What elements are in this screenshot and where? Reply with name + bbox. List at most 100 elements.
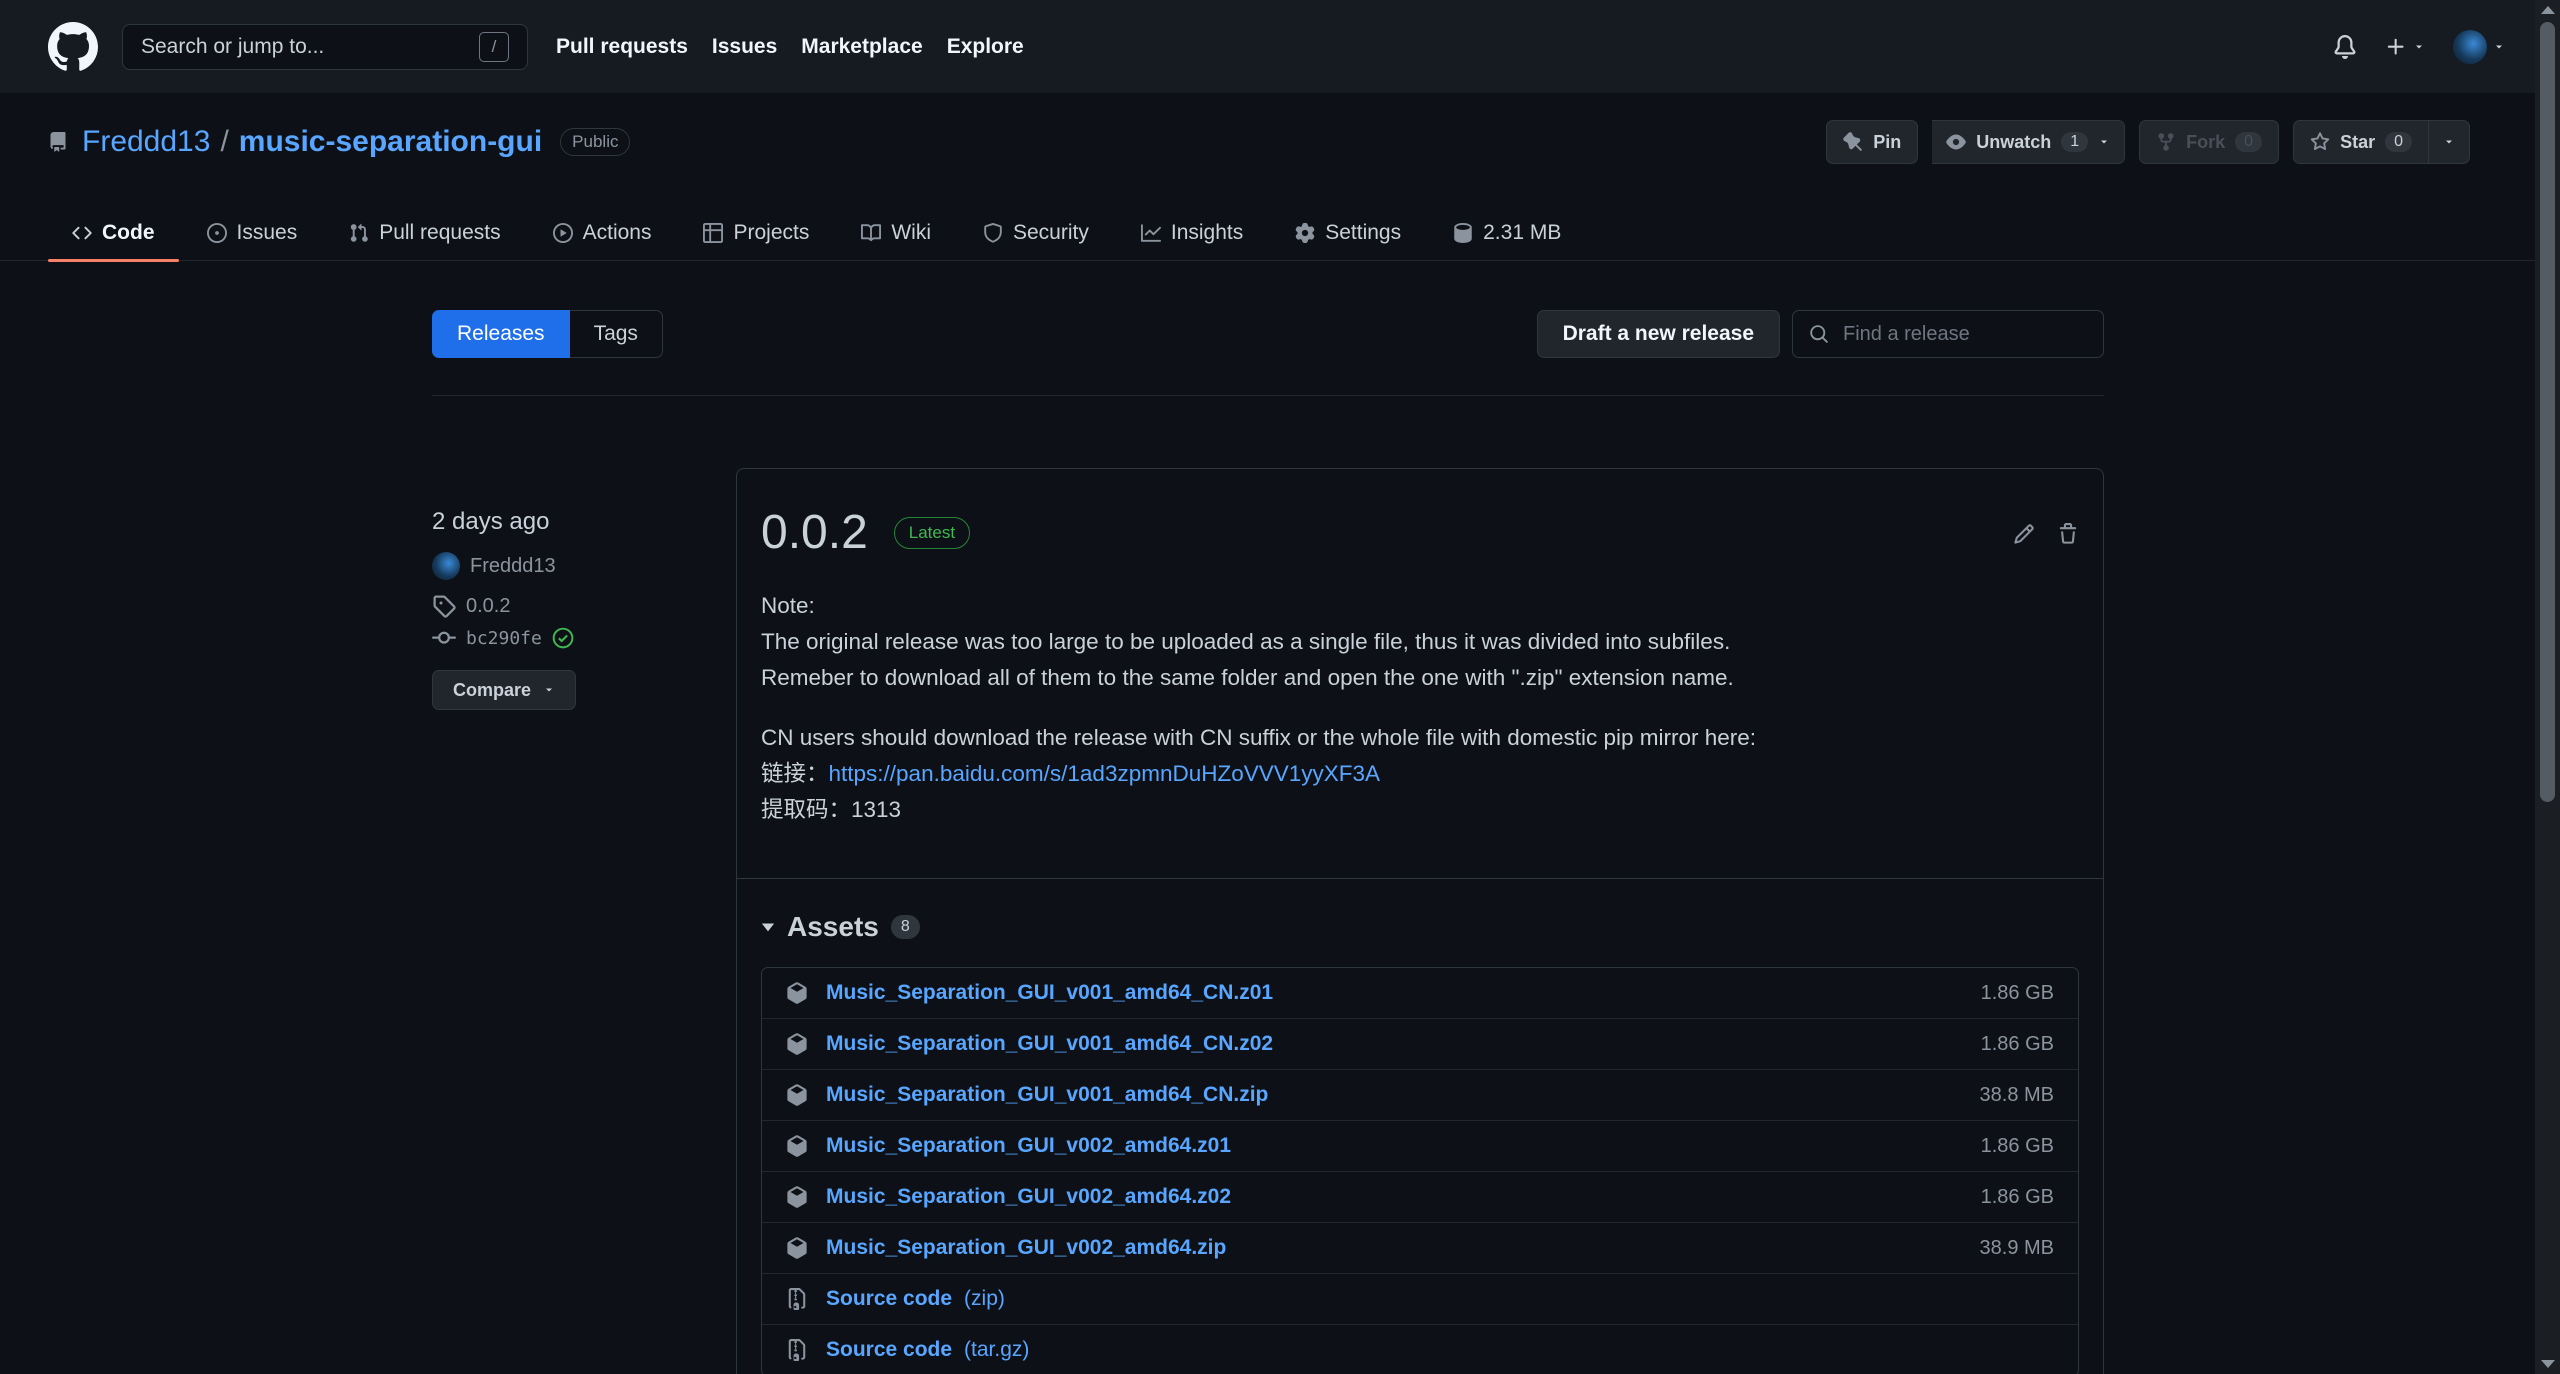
nav-explore[interactable]: Explore bbox=[947, 35, 1024, 59]
nav-marketplace[interactable]: Marketplace bbox=[801, 35, 922, 59]
compare-label: Compare bbox=[452, 679, 532, 700]
baidu-pan-link[interactable]: https://pan.baidu.com/s/1ad3zpmnDuHZoVVV… bbox=[829, 761, 1381, 786]
code-icon bbox=[72, 223, 92, 243]
star-count: 0 bbox=[2385, 132, 2412, 152]
search-shortcut-key: / bbox=[479, 31, 509, 62]
find-release-placeholder: Find a release bbox=[1843, 322, 1970, 345]
asset-size: 38.9 MB bbox=[1979, 1236, 2054, 1259]
watch-group: Unwatch 1 bbox=[1932, 120, 2126, 164]
tab-label: 2.31 MB bbox=[1483, 221, 1562, 244]
tab-wiki[interactable]: Wiki bbox=[837, 205, 955, 261]
asset-link[interactable]: Music_Separation_GUI_v002_amd64.z01 bbox=[826, 1134, 1231, 1158]
chevron-down-icon bbox=[2098, 136, 2110, 148]
avatar bbox=[432, 552, 460, 580]
tab-label: Projects bbox=[733, 221, 810, 244]
asset-link[interactable]: Music_Separation_GUI_v001_amd64_CN.z01 bbox=[826, 981, 1273, 1005]
compare-button[interactable]: Compare bbox=[432, 670, 576, 710]
tab-label: Actions bbox=[582, 221, 652, 244]
release-notes: Note: The original release was too large… bbox=[761, 588, 2079, 828]
github-logo-icon[interactable] bbox=[48, 21, 98, 72]
star-label: Star bbox=[2340, 131, 2376, 152]
draft-new-release-button[interactable]: Draft a new release bbox=[1536, 310, 1780, 358]
chevron-down-icon bbox=[543, 684, 555, 696]
delete-trash-icon[interactable] bbox=[2057, 523, 2079, 545]
file-zip-icon bbox=[786, 1288, 812, 1310]
tab-issues[interactable]: Issues bbox=[183, 205, 322, 261]
asset-link[interactable]: Music_Separation_GUI_v002_amd64.zip bbox=[826, 1236, 1226, 1260]
scroll-down-arrow-icon[interactable] bbox=[2541, 1360, 2555, 1368]
asset-size: 1.86 GB bbox=[1980, 1134, 2054, 1157]
asset-row: Music_Separation_GUI_v001_amd64_CN.z01 1… bbox=[762, 968, 2078, 1019]
asset-link[interactable]: Music_Separation_GUI_v002_amd64.z02 bbox=[826, 1185, 1231, 1209]
releases-subnav: Releases Tags Draft a new release Find a… bbox=[432, 310, 2104, 396]
shield-icon bbox=[983, 223, 1003, 243]
database-icon bbox=[1453, 223, 1473, 243]
release-version[interactable]: 0.0.2 bbox=[761, 505, 868, 560]
tab-label: Insights bbox=[1170, 221, 1244, 244]
tags-tab-button[interactable]: Tags bbox=[569, 310, 663, 358]
tab-projects[interactable]: Projects bbox=[679, 205, 833, 261]
star-list-dropdown[interactable] bbox=[2429, 120, 2470, 164]
repo-name-link[interactable]: music-separation-gui bbox=[239, 125, 542, 159]
visibility-badge: Public bbox=[560, 128, 631, 156]
package-icon bbox=[786, 1237, 812, 1259]
user-avatar-menu[interactable] bbox=[2453, 29, 2505, 64]
tab-label: Pull requests bbox=[379, 221, 501, 244]
pin-button[interactable]: Pin bbox=[1826, 120, 1919, 164]
create-new-plus-icon[interactable] bbox=[2385, 36, 2425, 58]
repo-owner-link[interactable]: Freddd13 bbox=[82, 125, 210, 159]
package-icon bbox=[786, 1084, 812, 1106]
tab-actions[interactable]: Actions bbox=[529, 205, 676, 261]
file-zip-icon bbox=[786, 1339, 812, 1361]
tab-code[interactable]: Code bbox=[48, 205, 179, 262]
tab-pull-requests[interactable]: Pull requests bbox=[325, 205, 524, 261]
table-icon bbox=[703, 223, 724, 243]
nav-issues[interactable]: Issues bbox=[712, 35, 777, 59]
edit-pencil-icon[interactable] bbox=[2013, 523, 2035, 545]
scrollbar-thumb[interactable] bbox=[2540, 22, 2555, 802]
nav-pull-requests[interactable]: Pull requests bbox=[556, 35, 688, 59]
tab-label: Security bbox=[1013, 221, 1089, 244]
asset-link[interactable]: Music_Separation_GUI_v001_amd64_CN.zip bbox=[826, 1083, 1268, 1107]
source-code-ext[interactable]: (tar.gz) bbox=[964, 1338, 1029, 1362]
find-release-input[interactable]: Find a release bbox=[1792, 310, 2104, 358]
notifications-bell-icon[interactable] bbox=[2333, 34, 2357, 59]
search-input[interactable]: Search or jump to... / bbox=[122, 23, 528, 70]
page-scrollbar[interactable] bbox=[2535, 0, 2560, 1374]
fork-button[interactable]: Fork 0 bbox=[2139, 120, 2280, 164]
releases-tab-button[interactable]: Releases bbox=[432, 310, 570, 358]
tab-insights[interactable]: Insights bbox=[1117, 205, 1267, 261]
tab-label: Wiki bbox=[891, 221, 931, 244]
release-author[interactable]: Freddd13 bbox=[432, 552, 576, 580]
gear-icon bbox=[1295, 223, 1315, 243]
global-header: Search or jump to... / Pull requests Iss… bbox=[0, 0, 2535, 93]
avatar bbox=[2453, 29, 2487, 64]
tab-security[interactable]: Security bbox=[959, 205, 1113, 261]
watch-count: 1 bbox=[2061, 132, 2089, 152]
asset-row: Music_Separation_GUI_v001_amd64_CN.z02 1… bbox=[762, 1019, 2078, 1070]
assets-toggle[interactable]: Assets 8 bbox=[761, 911, 2079, 943]
tab-repo-size: 2.31 MB bbox=[1429, 205, 1585, 261]
search-icon bbox=[1809, 324, 1829, 344]
source-code-ext[interactable]: (zip) bbox=[964, 1287, 1005, 1311]
asset-row: Music_Separation_GUI_v002_amd64.z02 1.86… bbox=[762, 1172, 2078, 1223]
cn-line: CN users should download the release wit… bbox=[761, 725, 1757, 750]
unwatch-button[interactable]: Unwatch 1 bbox=[1932, 120, 2126, 164]
asset-link[interactable]: Music_Separation_GUI_v001_amd64_CN.z02 bbox=[826, 1032, 1273, 1056]
tab-settings[interactable]: Settings bbox=[1271, 205, 1425, 261]
release-meta: 2 days ago Freddd13 0.0.2 bc290fe Compar… bbox=[432, 508, 576, 710]
assets-count: 8 bbox=[890, 915, 920, 939]
source-code-targz-link[interactable]: Source code bbox=[826, 1338, 952, 1362]
asset-row: Source code (zip) bbox=[762, 1274, 2078, 1325]
source-code-zip-link[interactable]: Source code bbox=[826, 1287, 952, 1311]
tab-label: Code bbox=[102, 221, 155, 244]
chevron-down-icon bbox=[2443, 136, 2455, 148]
issue-icon bbox=[206, 223, 227, 243]
release-date: 2 days ago bbox=[432, 508, 550, 535]
tag-icon bbox=[432, 594, 456, 618]
note-line: Note: bbox=[761, 593, 815, 618]
star-button[interactable]: Star 0 bbox=[2293, 120, 2429, 164]
release-commit[interactable]: bc290fe bbox=[432, 626, 576, 650]
scroll-up-arrow-icon[interactable] bbox=[2541, 6, 2555, 14]
release-tag[interactable]: 0.0.2 bbox=[432, 594, 576, 618]
